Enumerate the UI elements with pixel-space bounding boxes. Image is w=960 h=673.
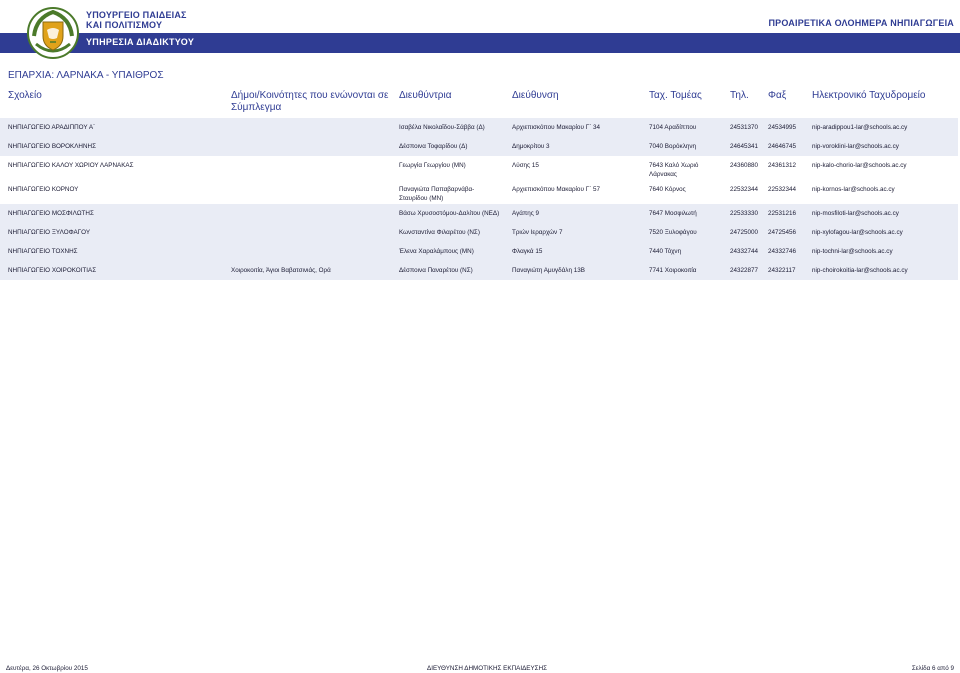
col-director: Διευθύντρια — [399, 90, 452, 101]
fax: 24332746 — [768, 248, 797, 255]
school-name: ΝΗΠΙΑΓΩΓΕΙΟ ΚΑΛΟΥ ΧΩΡΙΟΥ ΛΑΡΝΑΚΑΣ — [8, 162, 134, 169]
email-link[interactable]: nip-mosfiloti-lar@schools.ac.cy — [812, 209, 899, 218]
email-link[interactable]: nip-choirokoitia-lar@schools.ac.cy — [812, 266, 908, 275]
table-row: ΝΗΠΙΑΓΩΓΕΙΟ ΞΥΛΟΦΑΓΟΥ Κωνσταντίνα Φιλαρέ… — [0, 223, 958, 242]
email-link[interactable]: nip-aradippou1-lar@schools.ac.cy — [812, 123, 907, 132]
email-link[interactable]: nip-tochni-lar@schools.ac.cy — [812, 247, 893, 256]
phone: 22532344 — [730, 186, 759, 193]
phone: 24725000 — [730, 229, 759, 236]
email-link[interactable]: nip-voroklini-lar@schools.ac.cy — [812, 142, 899, 151]
director: Δέσποινα Τοφαρίδου (Δ) — [399, 143, 468, 150]
school-name: ΝΗΠΙΑΓΩΓΕΙΟ ΜΟΣΦΙΛΩΤΗΣ — [8, 210, 94, 217]
address: Παναγιώτη Αμυγδάλη 13Β — [512, 267, 585, 274]
phone: 24645341 — [730, 143, 759, 150]
col-postal: Ταχ. Τομέας — [649, 90, 702, 101]
school-name: ΝΗΠΙΑΓΩΓΕΙΟ ΤΟΧΝΗΣ — [8, 248, 78, 255]
col-municipalities: Δήμοι/Κοινότητες που ενώνονται σε Σύμπλε… — [231, 90, 388, 114]
table-row: ΝΗΠΙΑΓΩΓΕΙΟ ΧΟΙΡΟΚΟΙΤΙΑΣ Χοιροκοιτία, Άγ… — [0, 261, 958, 280]
program-title: ΠΡΟΑΙΡΕΤΙΚΑ ΟΛΟΗΜΕΡΑ ΝΗΠΙΑΓΩΓΕΙΑ — [768, 18, 954, 28]
director: Βάσω Χρυσοστόμου-Δαλίτου (ΝΕΔ) — [399, 210, 500, 217]
table-header: Σχολείο Δήμοι/Κοινότητες που ενώνονται σ… — [0, 88, 956, 119]
col-municipalities-line1: Δήμοι/Κοινότητες που ενώνονται σε — [231, 90, 389, 101]
postal-code: 7647 Μοσφιλωτή — [649, 210, 697, 217]
postal-code: 7040 Βορόκληνη — [649, 143, 696, 150]
municipalities: Χοιροκοιτία, Άγιοι Βαβατσινιάς, Ορά — [231, 267, 331, 274]
school-name: ΝΗΠΙΑΓΩΓΕΙΟ ΚΟΡΝΟΥ — [8, 186, 79, 193]
phone: 24531370 — [730, 124, 759, 131]
address: Λύσης 15 — [512, 162, 539, 169]
postal-code: 7741 Χοιροκοιτία — [649, 267, 697, 274]
col-address: Διεύθυνση — [512, 90, 559, 101]
fax: 22531216 — [768, 210, 797, 217]
director: Ισαβέλα Νικολαΐδου-Σάββα (Δ) — [399, 124, 485, 131]
address: Αρχιεπισκόπου Μακαρίου Γ΄ 34 — [512, 124, 600, 131]
school-name: ΝΗΠΙΑΓΩΓΕΙΟ ΧΟΙΡΟΚΟΙΤΙΑΣ — [8, 267, 97, 274]
address: Δημοκρίτου 3 — [512, 143, 550, 150]
email-link[interactable]: nip-kalo-chorio-lar@schools.ac.cy — [812, 161, 907, 170]
director: Έλενα Χαραλάμπους (ΜΝ) — [399, 248, 474, 255]
ministry-name: ΥΠΟΥΡΓΕΙΟ ΠΑΙΔΕΙΑΣ ΚΑΙ ΠΟΛΙΤΙΣΜΟΥ — [86, 10, 187, 30]
postal-code: 7640 Κόρνος — [649, 186, 686, 193]
table-row: ΝΗΠΙΑΓΩΓΕΙΟ ΤΟΧΝΗΣ Έλενα Χαραλάμπους (ΜΝ… — [0, 242, 958, 261]
address: Αρχιεπισκόπου Μακαρίου Γ΄ 57 — [512, 186, 600, 193]
ministry-line2: ΚΑΙ ΠΟΛΙΤΙΣΜΟΥ — [86, 20, 163, 30]
postal-code: 7440 Τόχνη — [649, 248, 682, 255]
postal-code: 7643 Καλό Χωριό Λάρνακας — [649, 162, 699, 178]
director: Παναγιώτα Παπαβαρνάβα-Σταυρίδου (ΜΝ) — [399, 186, 475, 202]
postal-code: 7520 Ξυλοφάγου — [649, 229, 697, 236]
footer-page-number: Σελίδα 6 από 9 — [911, 665, 954, 672]
fax: 24646745 — [768, 143, 797, 150]
table-row: ΝΗΠΙΑΓΩΓΕΙΟ ΑΡΑΔΙΠΠΟΥ Α΄ Ισαβέλα Νικολαΐ… — [0, 118, 958, 137]
phone: 24322877 — [730, 267, 759, 274]
director: Κωνσταντίνα Φιλαρέτου (ΝΣ) — [399, 229, 480, 236]
col-school: Σχολείο — [8, 90, 42, 101]
school-name: ΝΗΠΙΑΓΩΓΕΙΟ ΒΟΡΟΚΛΗΝΗΣ — [8, 143, 96, 150]
phone: 24360880 — [730, 162, 759, 169]
director: Γεωργία Γεωργίου (ΜΝ) — [399, 162, 466, 169]
fax: 22532344 — [768, 186, 797, 193]
service-name: ΥΠΗΡΕΣΙΑ ΔΙΑΔΙΚΤΥΟΥ — [86, 37, 195, 47]
school-name: ΝΗΠΙΑΓΩΓΕΙΟ ΞΥΛΟΦΑΓΟΥ — [8, 229, 91, 236]
email-link[interactable]: nip-xylofagou-lar@schools.ac.cy — [812, 228, 903, 237]
address: Φλαγκά 15 — [512, 248, 543, 255]
table-row: ΝΗΠΙΑΓΩΓΕΙΟ ΚΟΡΝΟΥ Παναγιώτα Παπαβαρνάβα… — [0, 180, 958, 204]
phone: 22533330 — [730, 210, 759, 217]
email-link[interactable]: nip-kornos-lar@schools.ac.cy — [812, 185, 895, 194]
table-row: ΝΗΠΙΑΓΩΓΕΙΟ ΚΑΛΟΥ ΧΩΡΙΟΥ ΛΑΡΝΑΚΑΣ Γεωργί… — [0, 156, 958, 180]
table-row: ΝΗΠΙΑΓΩΓΕΙΟ ΒΟΡΟΚΛΗΝΗΣ Δέσποινα Τοφαρίδο… — [0, 137, 958, 156]
district-title: ΕΠΑΡΧΙΑ: ΛΑΡΝΑΚΑ - ΥΠΑΙΘΡΟΣ — [8, 70, 164, 81]
col-phone: Τηλ. — [730, 90, 749, 101]
ministry-line1: ΥΠΟΥΡΓΕΙΟ ΠΑΙΔΕΙΑΣ — [86, 10, 187, 20]
fax: 24361312 — [768, 162, 797, 169]
fax: 24322117 — [768, 267, 796, 274]
address: Τριών Ιεραρχών 7 — [512, 229, 563, 236]
table-row: ΝΗΠΙΑΓΩΓΕΙΟ ΜΟΣΦΙΛΩΤΗΣ Βάσω Χρυσοστόμου-… — [0, 204, 958, 223]
cyprus-coat-of-arms-icon — [27, 7, 79, 59]
footer-department: ΔΙΕΥΘΥΝΣΗ ΔΗΜΟΤΙΚΗΣ ΕΚΠΑΙΔΕΥΣΗΣ — [427, 665, 548, 672]
postal-code: 7104 Αραδίππου — [649, 124, 697, 131]
address: Αγάπης 9 — [512, 210, 540, 217]
col-fax: Φαξ — [768, 90, 787, 101]
fax: 24534995 — [768, 124, 797, 131]
col-email: Ηλεκτρονικό Ταχυδρομείο — [812, 90, 926, 101]
phone: 24332744 — [730, 248, 759, 255]
header-banner: ΥΠΟΥΡΓΕΙΟ ΠΑΙΔΕΙΑΣ ΚΑΙ ΠΟΛΙΤΙΣΜΟΥ ΥΠΗΡΕΣ… — [0, 0, 960, 60]
school-name: ΝΗΠΙΑΓΩΓΕΙΟ ΑΡΑΔΙΠΠΟΥ Α΄ — [8, 124, 96, 131]
director: Δέσποινα Παναρέτου (ΝΣ) — [399, 267, 473, 274]
col-municipalities-line2: Σύμπλεγμα — [231, 102, 282, 113]
footer-date: Δευτέρα, 26 Οκτωβρίου 2015 — [6, 665, 88, 672]
fax: 24725456 — [768, 229, 797, 236]
